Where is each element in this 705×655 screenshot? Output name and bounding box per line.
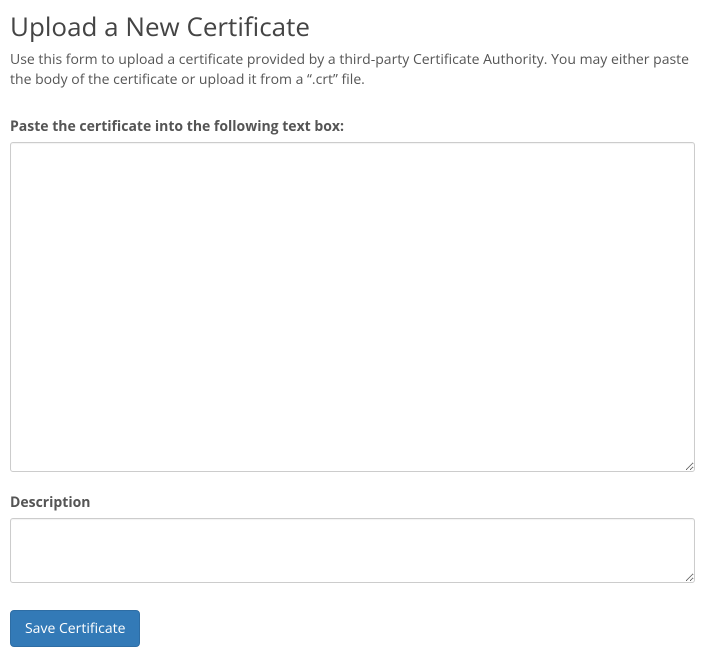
intro-text: Use this form to upload a certificate pr… [10,50,695,91]
certificate-group: Paste the certificate into the following… [10,117,695,477]
description-textarea[interactable] [10,518,695,583]
page-title: Upload a New Certificate [10,8,695,44]
certificate-label: Paste the certificate into the following… [10,117,695,136]
save-certificate-button[interactable]: Save Certificate [10,610,140,647]
certificate-textarea[interactable] [10,142,695,472]
description-label: Description [10,493,695,512]
description-group: Description [10,493,695,588]
